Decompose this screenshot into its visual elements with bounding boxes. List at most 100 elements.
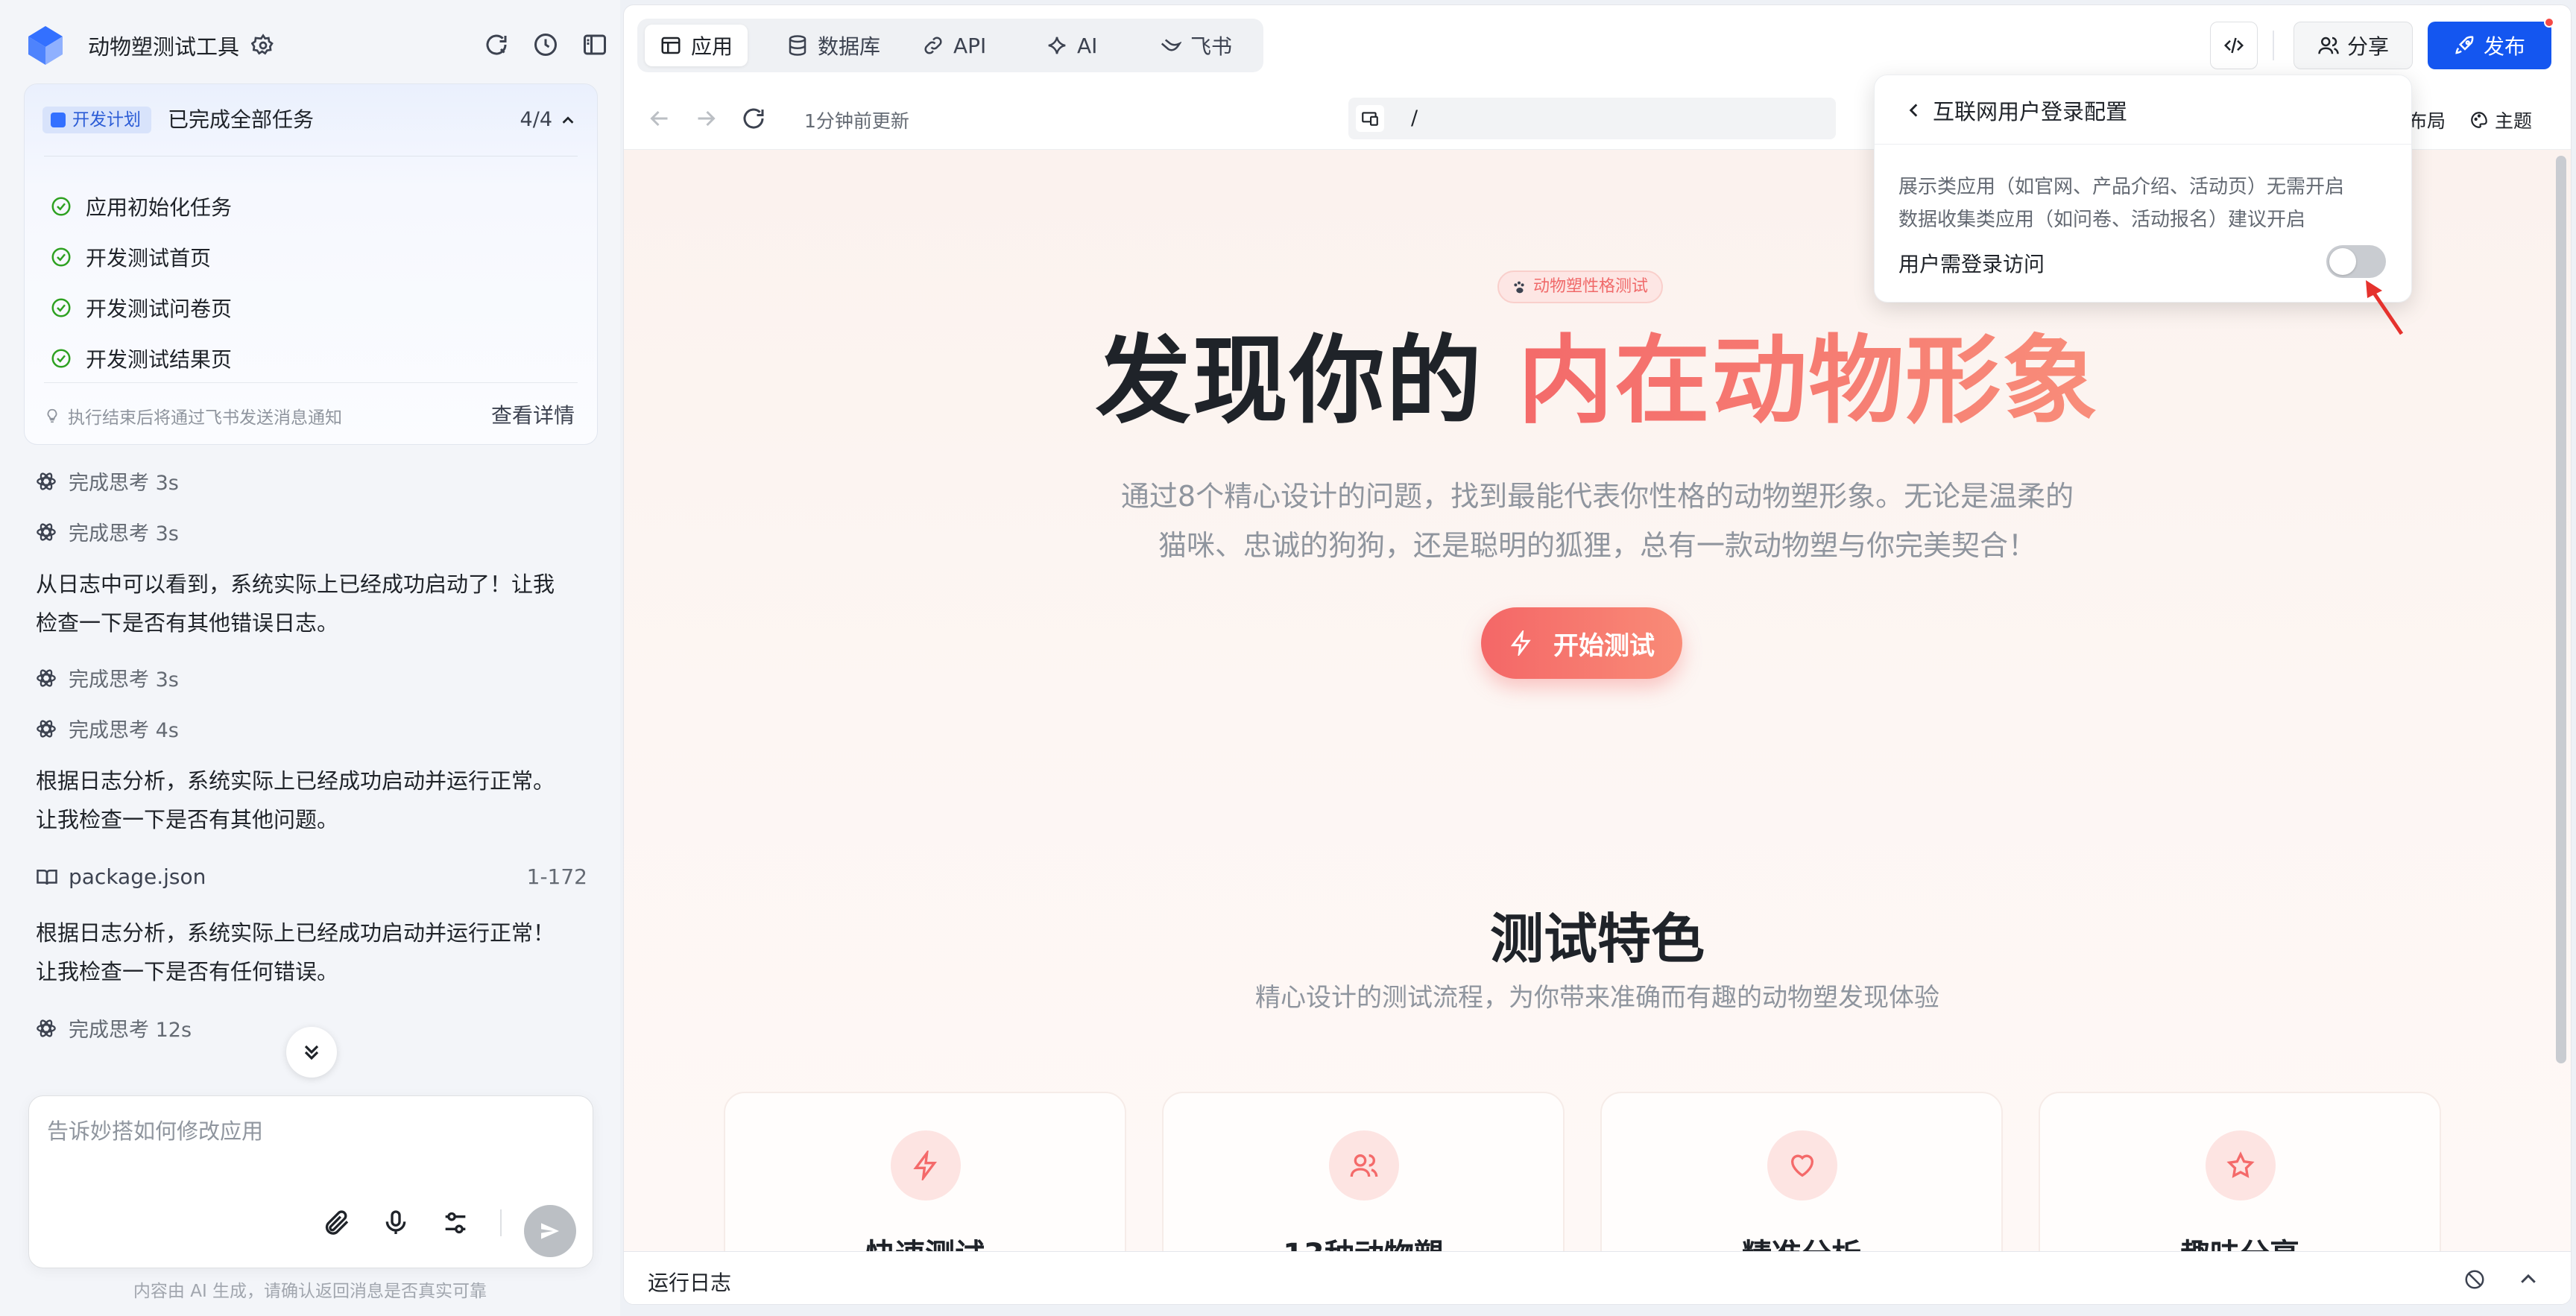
users-icon [1329, 1130, 1399, 1200]
check-circle-icon [50, 195, 72, 218]
plan-note: 执行结束后将通过飞书发送消息通知 [44, 403, 342, 428]
start-test-button[interactable]: 开始测试 [1481, 607, 1682, 679]
tab-ai[interactable]: AI [1031, 25, 1112, 66]
history-icon[interactable] [532, 31, 559, 58]
popover-header[interactable]: 互联网用户登录配置 [1904, 95, 2127, 126]
feature-card-title: 趣味分享 [2040, 1230, 2440, 1251]
toggle-knob [2329, 248, 2356, 275]
microphone-icon[interactable] [381, 1208, 411, 1238]
thinking-status[interactable]: 完成思考 3s [36, 466, 179, 496]
tab-api[interactable]: API [907, 25, 1001, 66]
gear-icon[interactable] [251, 34, 275, 57]
description-line: 展示类应用（如官网、产品介绍、活动页）无需开启 [1898, 176, 2345, 198]
check-circle-icon [50, 246, 72, 268]
message-line: 根据日志分析，系统实际上已经成功启动并运行正常！ [36, 920, 555, 946]
preview-scrollbar[interactable] [2556, 156, 2566, 1063]
sliders-icon[interactable] [441, 1208, 470, 1238]
view-details-link[interactable]: 查看详情 [491, 399, 575, 429]
atom-icon [36, 471, 57, 492]
tab-feishu[interactable]: 飞书 [1144, 25, 1247, 66]
thinking-label: 完成思考 3s [69, 472, 179, 495]
layout-icon [660, 34, 682, 57]
top-tabs: 应用 数据库 API AI 飞书 [637, 19, 1263, 72]
code-icon [2223, 34, 2245, 57]
tab-database[interactable]: 数据库 [771, 25, 895, 66]
app-logo-icon [27, 25, 64, 66]
sidebar-toggle-icon[interactable] [581, 31, 608, 58]
clear-icon[interactable] [2463, 1268, 2486, 1291]
star-icon [2206, 1130, 2276, 1200]
thinking-status[interactable]: 完成思考 4s [36, 714, 179, 743]
hero-subtitle-line: 通过8个精心设计的问题，找到最能代表你性格的动物塑形象。无论是温柔的 [1120, 480, 2074, 513]
tab-app[interactable]: 应用 [645, 25, 748, 66]
paw-icon [1511, 279, 1527, 296]
publish-button[interactable]: 发布 [2428, 22, 2551, 69]
url-bar[interactable]: / [1348, 98, 1836, 139]
thinking-label: 完成思考 3s [69, 668, 179, 692]
last-updated: 1分钟前更新 [804, 110, 909, 132]
hero-headline-plain: 发现你的 [1095, 326, 1483, 437]
thinking-status[interactable]: 完成思考 3s [36, 663, 179, 692]
message-line: 检查一下是否有其他错误日志。 [36, 610, 339, 636]
tab-label: 飞书 [1190, 34, 1233, 59]
login-required-label: 用户需登录访问 [1898, 252, 2045, 276]
login-required-toggle[interactable] [2326, 245, 2386, 278]
theme-button[interactable]: 主题 [2469, 107, 2532, 133]
sparkle-icon [1046, 34, 1068, 57]
layout-button[interactable]: 布局 [2408, 107, 2446, 133]
plan-task: 开发测试首页 [50, 242, 211, 272]
device-icon[interactable] [1356, 105, 1384, 132]
feature-card: 13种动物塑 [1162, 1092, 1565, 1251]
description-line: 数据收集类应用（如问卷、活动报名）建议开启 [1898, 209, 2306, 231]
message-line: 从日志中可以看到，系统实际上已经成功启动了！让我 [36, 572, 555, 597]
refresh-chat-icon[interactable] [483, 31, 510, 58]
atom-icon [36, 718, 57, 739]
feature-card-title: 快速测试 [725, 1230, 1125, 1251]
lightbulb-icon [44, 408, 60, 424]
thinking-status[interactable]: 完成思考 12s [36, 1013, 192, 1043]
divider [2273, 31, 2274, 60]
file-line-range: 1-172 [526, 864, 587, 889]
chevron-left-icon[interactable] [1904, 101, 1924, 120]
back-arrow-icon[interactable] [646, 105, 673, 132]
plan-task-label: 开发测试结果页 [86, 347, 233, 372]
dev-plan-card: 开发计划 已完成全部任务 4/4 应用初始化任务 开发测试首页 开发测试问卷页 … [24, 83, 598, 445]
run-log-label[interactable]: 运行日志 [648, 1267, 731, 1297]
plan-icon [51, 113, 66, 127]
chevron-up-icon[interactable] [2517, 1268, 2539, 1291]
code-view-button[interactable] [2210, 22, 2258, 69]
check-circle-icon [50, 297, 72, 319]
bolt-icon [891, 1130, 961, 1200]
file-reference[interactable]: package.json 1-172 [36, 864, 587, 889]
hero-headline: 发现你的 内在动物形象 [624, 318, 2571, 445]
divider [1875, 144, 2411, 145]
send-button[interactable] [524, 1205, 576, 1257]
annotation-arrow-icon [2355, 276, 2415, 343]
dev-plan-badge: 开发计划 [42, 107, 151, 133]
chat-input[interactable] [47, 1114, 569, 1181]
thinking-label: 完成思考 3s [69, 522, 179, 545]
paperclip-icon[interactable] [321, 1208, 351, 1238]
feature-card: 精准分析 [1600, 1092, 2003, 1251]
tab-label: API [953, 33, 987, 58]
chat-input-box [28, 1095, 593, 1268]
chevron-up-icon[interactable] [560, 113, 576, 129]
share-label: 分享 [2346, 34, 2389, 59]
file-name: package.json [69, 864, 206, 889]
thinking-label: 完成思考 12s [69, 1019, 192, 1042]
check-circle-icon [50, 347, 72, 370]
share-button[interactable]: 分享 [2294, 22, 2413, 69]
forward-arrow-icon[interactable] [692, 105, 719, 132]
message-line: 根据日志分析，系统实际上已经成功启动并运行正常。 [36, 768, 555, 794]
assistant-message: 根据日志分析，系统实际上已经成功启动并运行正常。 让我检查一下是否有其他问题。 [36, 762, 587, 839]
preview-badge: 动物塑性格测试 [1497, 271, 1664, 303]
reload-icon[interactable] [740, 105, 767, 132]
atom-icon [36, 1018, 57, 1039]
plan-task: 开发测试结果页 [50, 344, 232, 373]
book-icon [36, 866, 58, 888]
database-icon [786, 34, 809, 57]
plan-progress-count: 4/4 [520, 108, 552, 131]
plan-task-label: 应用初始化任务 [86, 195, 233, 220]
scroll-to-bottom-button[interactable] [286, 1027, 337, 1078]
thinking-status[interactable]: 完成思考 3s [36, 517, 179, 546]
